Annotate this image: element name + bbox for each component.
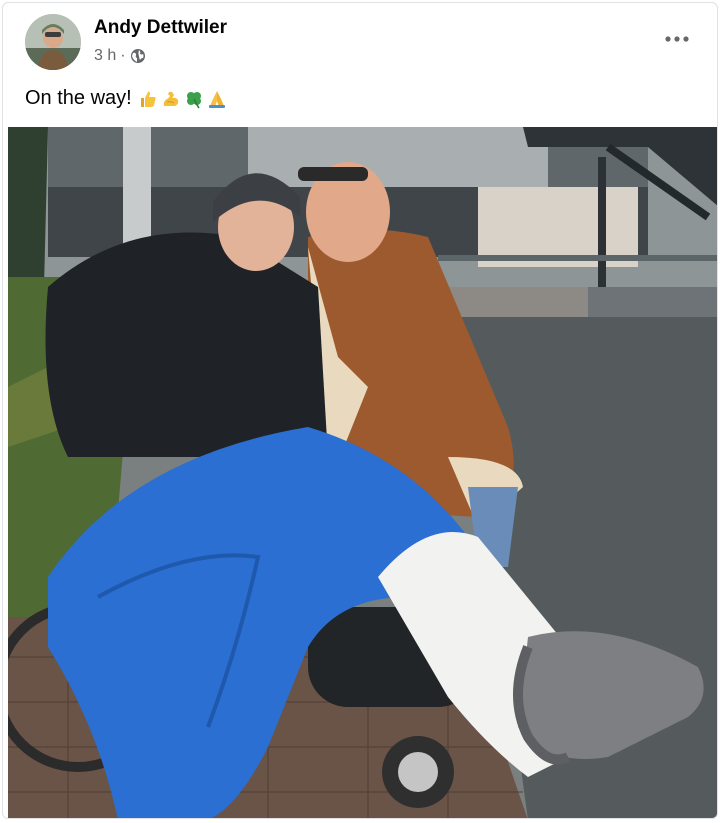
avatar-image: [25, 14, 81, 70]
folded-hands-emoji-icon: [207, 89, 227, 109]
post-caption: On the way!: [25, 87, 227, 110]
author-avatar[interactable]: [25, 14, 81, 70]
flexed-biceps-emoji-icon: [161, 89, 181, 109]
post-card: Andy Dettwiler 3 h · On the way!: [2, 2, 718, 819]
meta-separator: ·: [120, 47, 126, 64]
more-options-icon[interactable]: [659, 25, 695, 53]
author-name[interactable]: Andy Dettwiler: [94, 17, 227, 39]
post-timestamp[interactable]: 3 h: [94, 47, 116, 65]
caption-text: On the way!: [25, 87, 132, 109]
four-leaf-clover-emoji-icon: [184, 89, 204, 109]
post-meta: 3 h ·: [94, 47, 146, 65]
caption-emojis: [138, 89, 227, 109]
photo-image: [8, 127, 717, 818]
thumbs-up-emoji-icon: [138, 89, 158, 109]
post-photo[interactable]: [8, 127, 717, 818]
globe-icon[interactable]: [130, 48, 146, 64]
